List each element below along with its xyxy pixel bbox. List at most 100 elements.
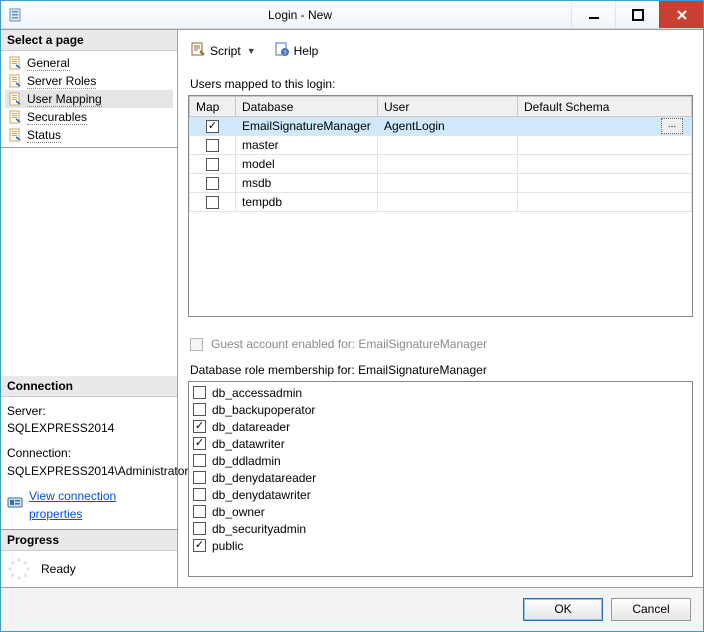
roles-label: Database role membership for: EmailSigna… <box>190 363 693 377</box>
titlebar: Login - New <box>1 1 703 29</box>
role-item-db_owner[interactable]: db_owner <box>193 503 688 520</box>
role-checkbox[interactable] <box>193 437 206 450</box>
col-header-database[interactable]: Database <box>236 97 378 117</box>
table-row[interactable]: tempdb <box>190 193 692 212</box>
script-icon <box>190 41 206 60</box>
cell-schema[interactable] <box>518 155 692 174</box>
dialog-footer: OK Cancel <box>1 587 703 631</box>
table-row[interactable]: model <box>190 155 692 174</box>
help-icon: ? <box>274 41 290 60</box>
cell-user[interactable]: AgentLogin <box>378 117 518 136</box>
role-item-db_datawriter[interactable]: db_datawriter <box>193 435 688 452</box>
minimize-button[interactable] <box>571 1 615 28</box>
connection-header: Connection <box>1 376 177 397</box>
server-value: SQLEXPRESS2014 <box>7 420 171 437</box>
map-checkbox[interactable] <box>206 177 219 190</box>
map-checkbox[interactable] <box>206 139 219 152</box>
role-item-db_accessadmin[interactable]: db_accessadmin <box>193 384 688 401</box>
role-checkbox[interactable] <box>193 522 206 535</box>
role-label: db_denydatareader <box>212 471 316 485</box>
role-item-db_securityadmin[interactable]: db_securityadmin <box>193 520 688 537</box>
cell-user[interactable] <box>378 155 518 174</box>
page-item-status[interactable]: Status <box>5 126 173 144</box>
role-label: db_owner <box>212 505 265 519</box>
guest-account-checkbox <box>190 338 203 351</box>
ok-button[interactable]: OK <box>523 598 603 621</box>
role-label: db_accessadmin <box>212 386 302 400</box>
page-item-general[interactable]: General <box>5 54 173 72</box>
role-checkbox[interactable] <box>193 420 206 433</box>
server-label: Server: <box>7 403 171 420</box>
page-item-label: Server Roles <box>27 74 96 89</box>
page-icon <box>7 73 23 89</box>
connection-label: Connection: <box>7 445 171 462</box>
role-label: public <box>212 539 243 553</box>
page-icon <box>7 91 23 107</box>
connection-value: SQLEXPRESS2014\Administrator <box>7 463 171 480</box>
cell-database[interactable]: EmailSignatureManager <box>236 117 378 136</box>
cell-database[interactable]: model <box>236 155 378 174</box>
page-item-user-mapping[interactable]: User Mapping <box>5 90 173 108</box>
page-item-label: Securables <box>27 110 87 125</box>
script-button[interactable]: Script ▼ <box>188 40 258 61</box>
table-row[interactable]: msdb <box>190 174 692 193</box>
left-pane: Select a page GeneralServer RolesUser Ma… <box>1 30 178 587</box>
close-button[interactable] <box>659 1 703 28</box>
page-item-securables[interactable]: Securables <box>5 108 173 126</box>
role-item-db_denydatawriter[interactable]: db_denydatawriter <box>193 486 688 503</box>
role-item-db_ddladmin[interactable]: db_ddladmin <box>193 452 688 469</box>
cell-database[interactable]: master <box>236 136 378 155</box>
role-checkbox[interactable] <box>193 505 206 518</box>
cell-schema[interactable] <box>518 136 692 155</box>
role-item-db_backupoperator[interactable]: db_backupoperator <box>193 401 688 418</box>
role-checkbox[interactable] <box>193 403 206 416</box>
col-header-user[interactable]: User <box>378 97 518 117</box>
cell-user[interactable] <box>378 174 518 193</box>
role-checkbox[interactable] <box>193 454 206 467</box>
chevron-down-icon: ▼ <box>247 46 256 56</box>
role-item-public[interactable]: public <box>193 537 688 554</box>
map-checkbox[interactable] <box>206 120 219 133</box>
col-header-schema[interactable]: Default Schema <box>518 97 692 117</box>
cell-database[interactable]: msdb <box>236 174 378 193</box>
window-title: Login - New <box>29 8 571 22</box>
role-checkbox[interactable] <box>193 539 206 552</box>
page-item-server-roles[interactable]: Server Roles <box>5 72 173 90</box>
map-checkbox[interactable] <box>206 196 219 209</box>
guest-account-label: Guest account enabled for: EmailSignatur… <box>211 337 487 351</box>
view-connection-properties-link[interactable]: View connection properties <box>29 488 171 523</box>
cell-database[interactable]: tempdb <box>236 193 378 212</box>
role-checkbox[interactable] <box>193 471 206 484</box>
cell-schema[interactable] <box>518 193 692 212</box>
col-header-map[interactable]: Map <box>190 97 236 117</box>
page-item-label: Status <box>27 128 61 143</box>
table-row[interactable]: master <box>190 136 692 155</box>
help-label: Help <box>294 44 319 58</box>
toolbar: Script ▼ ? Help <box>188 38 693 71</box>
users-mapped-label: Users mapped to this login: <box>190 77 693 91</box>
role-label: db_securityadmin <box>212 522 306 536</box>
cancel-button[interactable]: Cancel <box>611 598 691 621</box>
table-row[interactable]: EmailSignatureManagerAgentLogin... <box>190 117 692 136</box>
role-label: db_backupoperator <box>212 403 315 417</box>
role-label: db_datareader <box>212 420 290 434</box>
role-checkbox[interactable] <box>193 386 206 399</box>
role-checkbox[interactable] <box>193 488 206 501</box>
cell-schema[interactable]: ... <box>518 117 692 136</box>
cell-user[interactable] <box>378 136 518 155</box>
page-list: General Server RolesUser Mapping Securable… <box>1 51 177 147</box>
page-icon <box>7 55 23 71</box>
role-item-db_denydatareader[interactable]: db_denydatareader <box>193 469 688 486</box>
map-checkbox[interactable] <box>206 158 219 171</box>
users-mapped-grid[interactable]: Map Database User Default Schema EmailSi… <box>188 95 693 317</box>
maximize-button[interactable] <box>615 1 659 28</box>
cell-user[interactable] <box>378 193 518 212</box>
role-label: db_denydatawriter <box>212 488 311 502</box>
schema-browse-button[interactable]: ... <box>661 118 683 134</box>
cell-schema[interactable] <box>518 174 692 193</box>
progress-header: Progress <box>1 530 177 551</box>
role-membership-list[interactable]: db_accessadmin db_backupoperator db_datare… <box>188 381 693 577</box>
role-item-db_datareader[interactable]: db_datareader <box>193 418 688 435</box>
page-icon <box>7 109 23 125</box>
help-button[interactable]: ? Help <box>272 40 321 61</box>
